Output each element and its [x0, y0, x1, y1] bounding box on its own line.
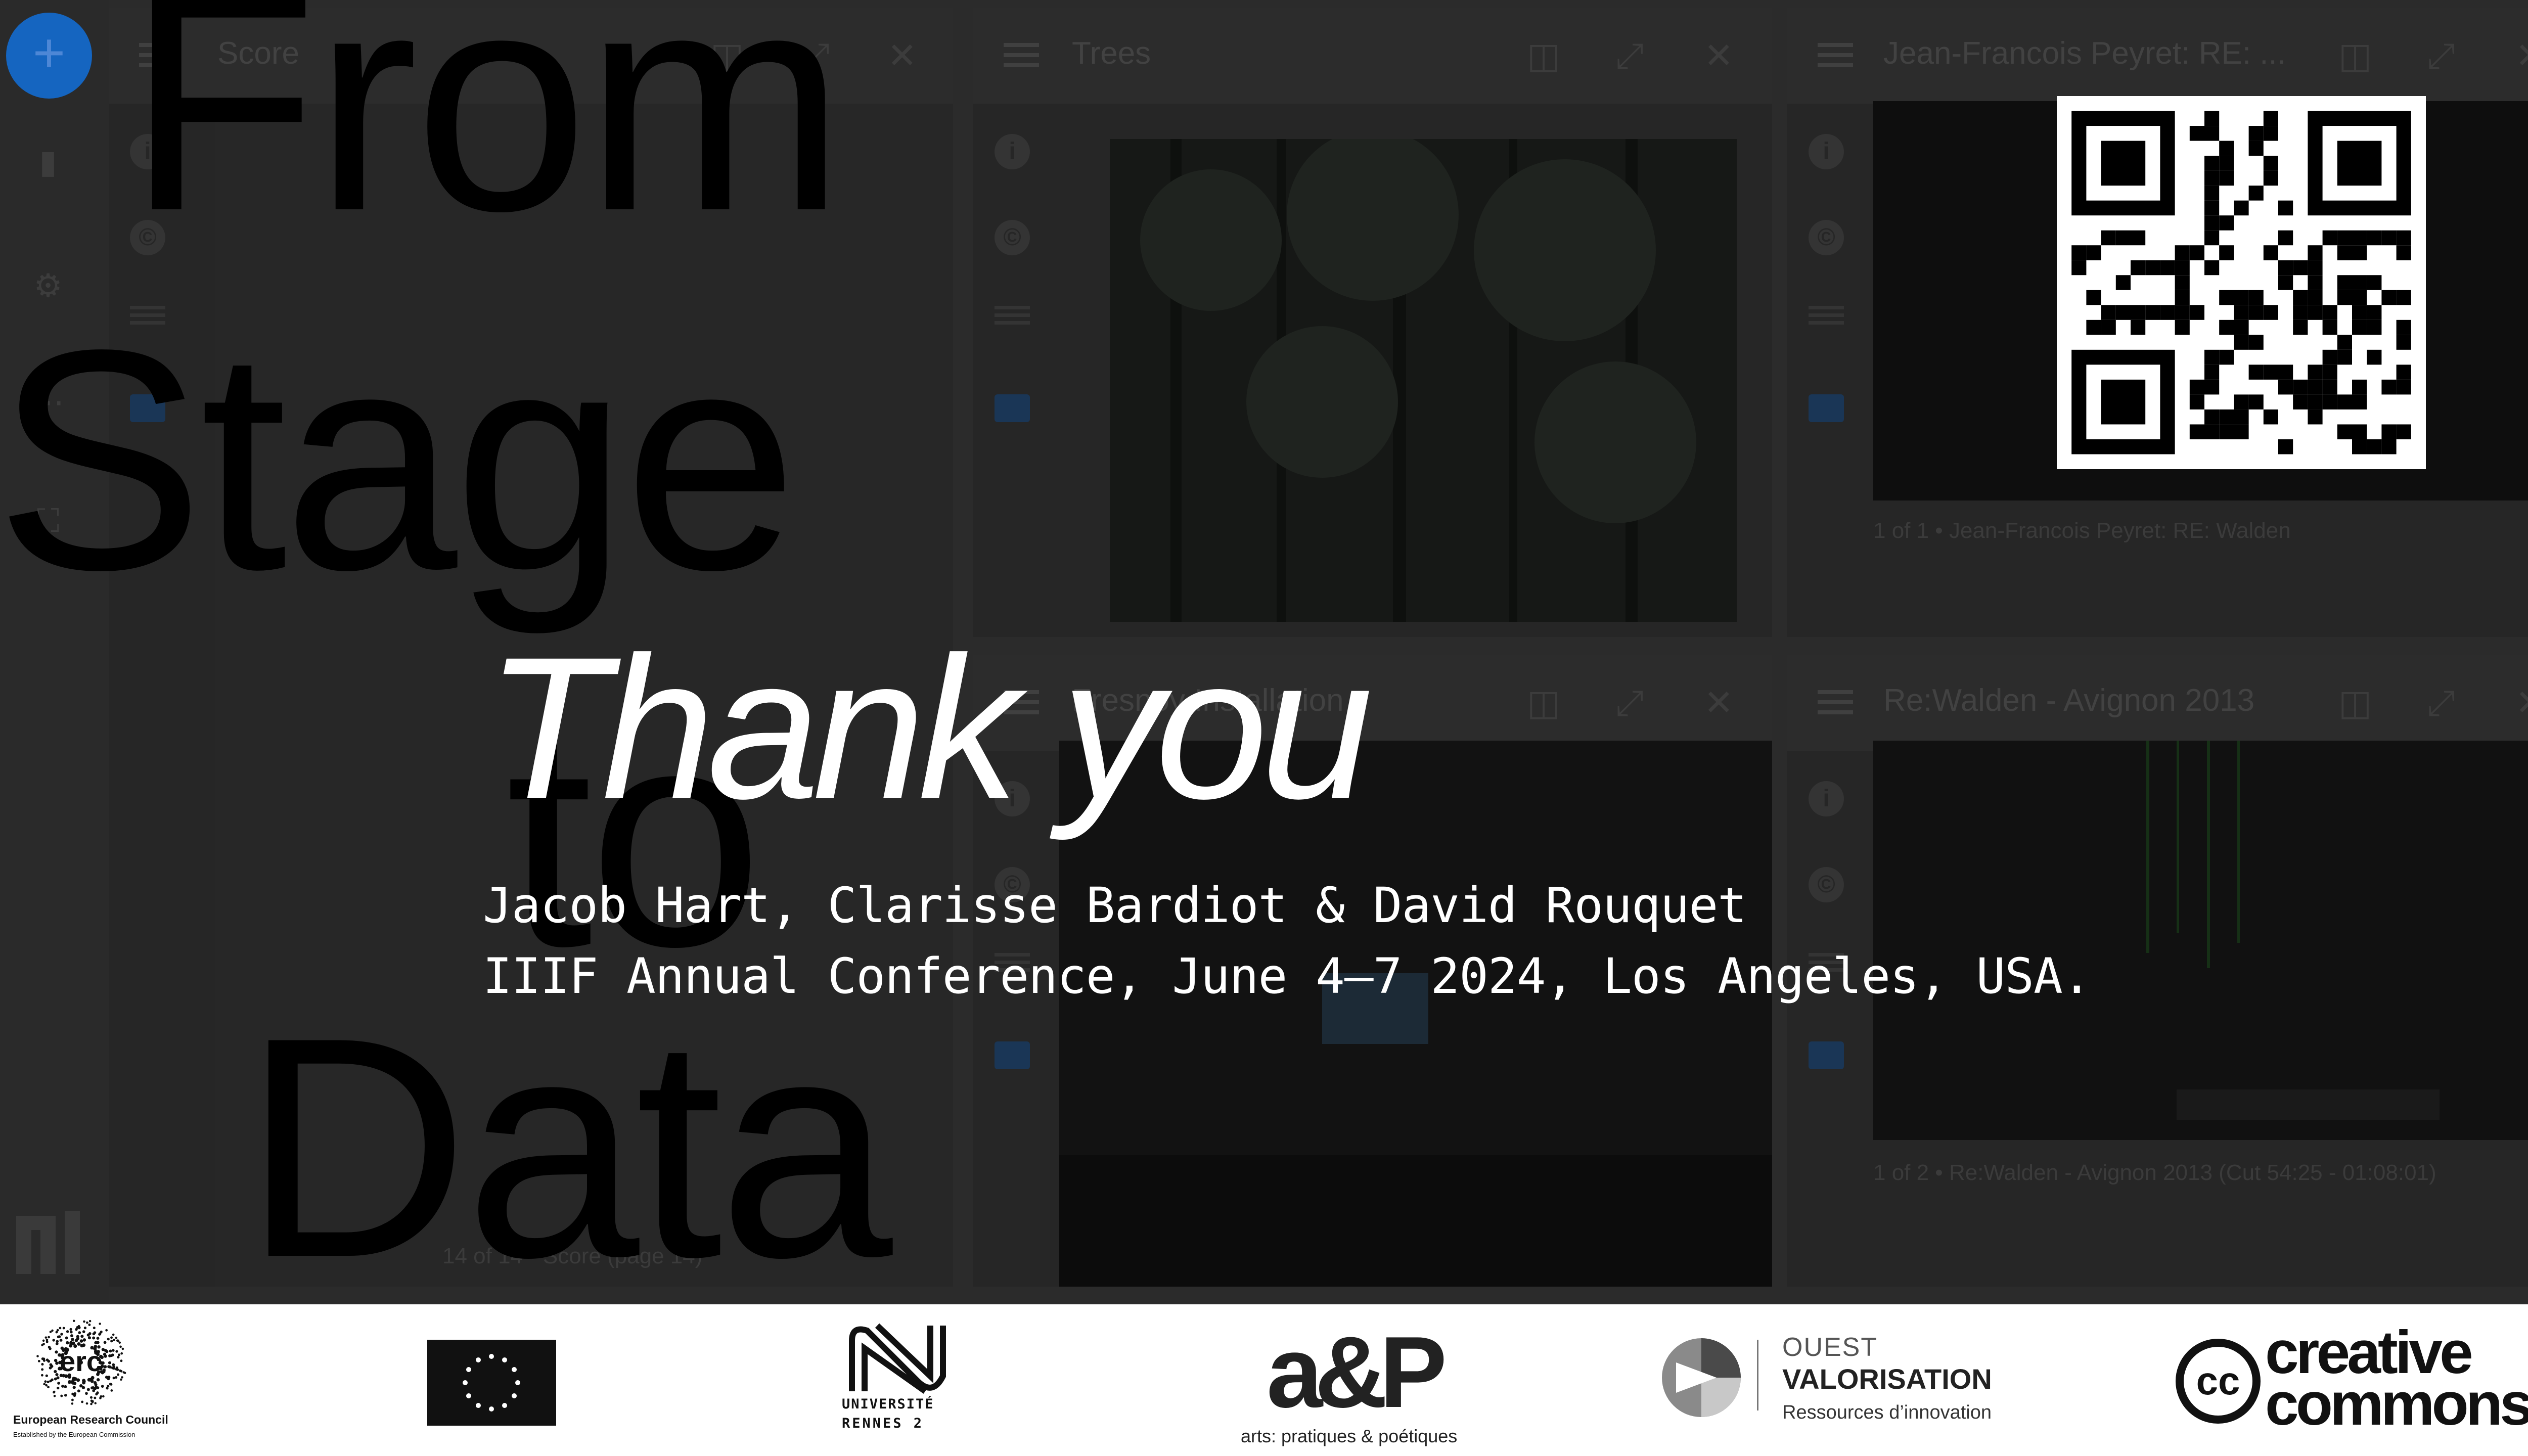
copyright-icon[interactable]: ©: [995, 220, 1030, 255]
close-icon[interactable]: ✕: [2515, 38, 2528, 73]
erc-emblem: erc: [36, 1320, 126, 1405]
eu-flag: [427, 1340, 556, 1426]
mirador-logo: [16, 1211, 80, 1274]
trees-image: [1110, 129, 1737, 622]
rennes2-logo: UNIVERSITÉ RENNES 2: [837, 1321, 958, 1452]
cc-mark: cc: [2196, 1358, 2240, 1403]
bg-word-stage: Stage: [0, 285, 798, 635]
info-icon[interactable]: i: [1809, 781, 1844, 816]
stage-photo: [1873, 741, 2528, 1140]
cc-line2: commons: [2265, 1370, 2528, 1438]
slide-authors: Jacob Hart, Clarisse Bardiot & David Rou…: [483, 877, 1747, 934]
split-view-icon[interactable]: ◫: [2338, 685, 2372, 720]
creative-commons-logo: cc creative commons: [2174, 1322, 2528, 1438]
canvas-caption: 1 of 2 • Re:Walden - Avignon 2013 (Cut 5…: [1873, 1160, 2436, 1185]
comment-icon[interactable]: [1809, 1041, 1844, 1069]
slide-event: IIIF Annual Conference, June 4–7 2024, L…: [483, 948, 2092, 1005]
eu-flag-logo: [427, 1340, 556, 1426]
window-sidebar: i ©: [973, 104, 1049, 637]
window-sidebar: i ©: [1787, 104, 1863, 637]
window-title: Trees: [1072, 36, 1151, 71]
window-trees[interactable]: Trees ◫ ⤢ ✕ i ©: [973, 8, 1772, 637]
trees-photo: [1110, 129, 1737, 622]
copyright-icon[interactable]: ©: [1809, 220, 1844, 255]
stage-video-pane: [1873, 741, 2528, 1140]
erc-sub: Established by the European Commission: [13, 1431, 136, 1438]
app-tagline: arts: pratiques & poétiques: [1241, 1426, 1458, 1446]
comment-icon[interactable]: [1809, 394, 1844, 422]
comment-icon[interactable]: [995, 394, 1030, 422]
ouest-line1: OUEST: [1782, 1333, 1878, 1362]
rennes2-line2: RENNES 2: [842, 1416, 924, 1431]
comment-icon[interactable]: [995, 1041, 1030, 1069]
ouest-valorisation-logo: OUEST VALORISATION Ressources d’innovati…: [1661, 1330, 1992, 1446]
window-sidebar: i ©: [1787, 751, 1863, 1287]
slide-heading: Thank you: [485, 615, 1373, 841]
window-title: Jean-Francois Peyret: RE: ...: [1883, 36, 2286, 71]
canvas-caption: 1 of 1 • Jean-Francois Peyret: RE: Walde…: [1873, 518, 2291, 543]
erc-mark: erc: [60, 1345, 102, 1377]
ouest-emblem: [1662, 1338, 1741, 1417]
app-mark: a&P: [1267, 1316, 1447, 1429]
info-icon[interactable]: i: [1809, 134, 1844, 169]
erc-logo: erc European Research Council Establishe…: [10, 1314, 168, 1451]
slide-stage: + ▮ ⚙ ⋯ ⛶ Score ◫ ⤢ ✕ i © 14 of 14 • Sco…: [0, 0, 2528, 1304]
copyright-icon[interactable]: ©: [1809, 867, 1844, 902]
app-rail: + ▮ ⚙ ⋯ ⛶: [0, 0, 109, 1304]
add-resource-button[interactable]: +: [6, 13, 92, 99]
menu-icon[interactable]: [1818, 690, 1853, 714]
menu-icon[interactable]: [1004, 43, 1039, 67]
list-icon[interactable]: [1809, 306, 1844, 331]
rennes2-emblem: [849, 1323, 946, 1394]
bg-word-data: Data: [243, 973, 893, 1304]
ouest-line3: Ressources d’innovation: [1782, 1402, 1992, 1423]
window-titlebar: Trees ◫ ⤢ ✕: [973, 8, 1772, 104]
maximize-icon[interactable]: ⤢: [2427, 685, 2455, 720]
split-view-icon[interactable]: ◫: [1527, 38, 1560, 73]
maximize-icon[interactable]: ⤢: [1615, 38, 1644, 73]
ouest-line2: VALORISATION: [1782, 1363, 1992, 1395]
close-icon[interactable]: ✕: [1704, 38, 1734, 73]
erc-name: European Research Council: [13, 1413, 168, 1426]
window-sidebar: i ©: [109, 104, 185, 1287]
library-icon[interactable]: ▮: [30, 144, 66, 179]
close-icon[interactable]: ✕: [887, 38, 917, 73]
logo-footer: erc European Research Council Establishe…: [0, 1304, 2528, 1456]
close-icon[interactable]: ✕: [2515, 685, 2528, 720]
rennes2-line1: UNIVERSITÉ: [842, 1396, 934, 1412]
split-view-icon[interactable]: ◫: [2338, 38, 2372, 73]
window-titlebar: Re:Walden - Avignon 2013 ◫ ⤢ ✕: [1787, 655, 2528, 751]
window-titlebar: Jean-Francois Peyret: RE: ... ◫ ⤢ ✕: [1787, 8, 2528, 104]
list-icon[interactable]: [995, 306, 1030, 331]
qr-code[interactable]: [2057, 96, 2426, 469]
close-icon[interactable]: ✕: [1704, 685, 1734, 720]
plus-icon: +: [32, 22, 66, 84]
maximize-icon[interactable]: ⤢: [1615, 685, 1644, 720]
ouest-divider: [1757, 1340, 1758, 1410]
window-title: Re:Walden - Avignon 2013: [1883, 683, 2255, 718]
split-view-icon[interactable]: ◫: [1527, 685, 1560, 720]
info-icon[interactable]: i: [995, 134, 1030, 169]
app-logo: a&P arts: pratiques & poétiques: [1239, 1316, 1458, 1456]
qr-code-image: [2057, 96, 2426, 469]
cc-emblem: cc: [2176, 1339, 2261, 1424]
maximize-icon[interactable]: ⤢: [2427, 38, 2455, 73]
menu-icon[interactable]: [1818, 43, 1853, 67]
bg-word-from: From: [126, 0, 845, 276]
